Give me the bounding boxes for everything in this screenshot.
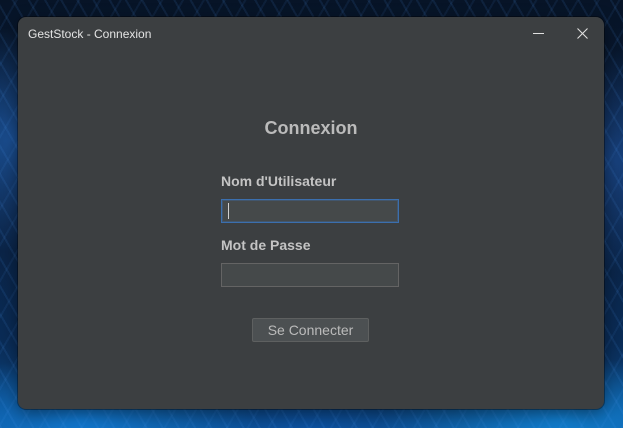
close-icon: [577, 28, 588, 39]
close-button[interactable]: [560, 17, 604, 50]
username-field[interactable]: [221, 199, 399, 223]
text-caret: [228, 203, 229, 219]
username-label: Nom d'Utilisateur: [221, 173, 337, 189]
window-title: GestStock - Connexion: [28, 27, 152, 41]
connect-button[interactable]: Se Connecter: [252, 318, 369, 342]
minimize-button[interactable]: [516, 17, 560, 50]
minimize-icon: [533, 33, 544, 34]
title-bar[interactable]: GestStock - Connexion: [18, 17, 604, 50]
page-title: Connexion: [264, 118, 358, 138]
password-field[interactable]: [221, 263, 399, 287]
password-label: Mot de Passe: [221, 237, 311, 253]
login-window: GestStock - Connexion Connexion Nom d'Ut…: [18, 17, 604, 409]
